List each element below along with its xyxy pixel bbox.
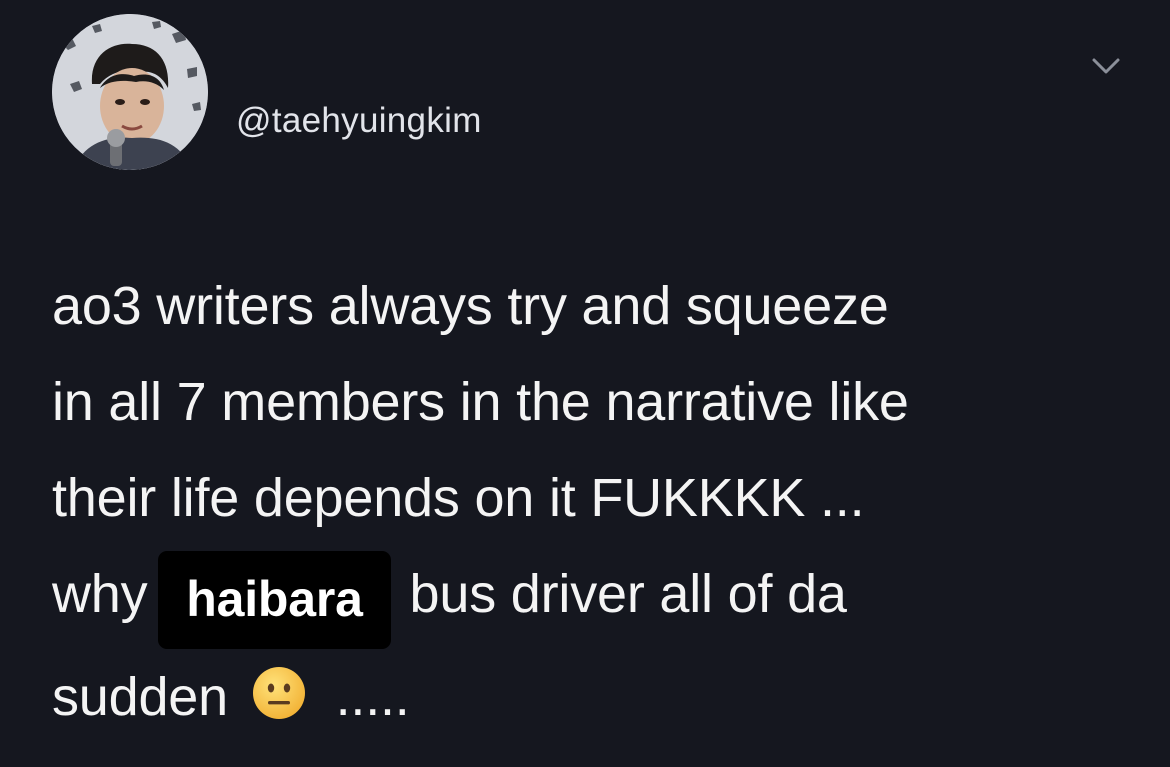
tweet-card: @taehyuingkim ao3 writers always try and… xyxy=(0,0,1170,767)
chevron-down-icon[interactable] xyxy=(1086,50,1126,80)
tweet-line-2: in all 7 members in the narrative like xyxy=(52,372,909,432)
tweet-line-4-before: why xyxy=(52,564,148,624)
avatar[interactable] xyxy=(52,14,208,170)
neutral-face-emoji xyxy=(251,665,307,721)
tweet-line-5: sudden ..... xyxy=(52,649,1142,745)
avatar-image xyxy=(52,14,208,170)
tweet-line-1: ao3 writers always try and squeeze xyxy=(52,276,889,336)
tweet-line-4: why haibara bus driver all of da xyxy=(52,546,1142,649)
user-handle[interactable]: @taehyuingkim xyxy=(236,101,482,141)
tweet-line-4-after: bus driver all of da xyxy=(409,564,847,624)
tweet-line-5-before: sudden xyxy=(52,667,228,727)
highlight-box: haibara xyxy=(158,551,391,649)
tweet-line-5-after: ..... xyxy=(335,667,410,727)
tweet-line-3: their life depends on it FUKKKK ... xyxy=(52,468,865,528)
tweet-text: ao3 writers always try and squeeze in al… xyxy=(52,258,1142,745)
